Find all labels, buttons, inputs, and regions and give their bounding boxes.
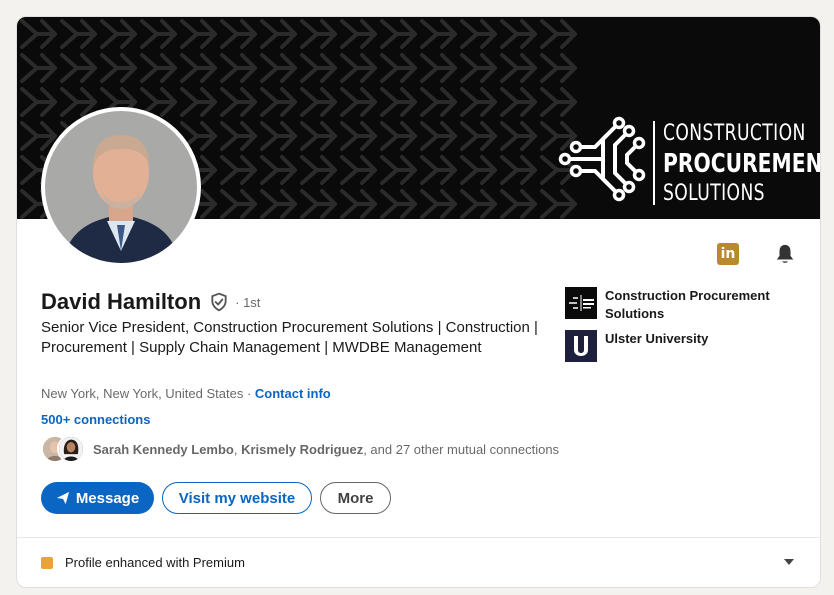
school-logo-icon xyxy=(565,330,597,362)
premium-row[interactable]: Profile enhanced with Premium xyxy=(41,555,245,570)
company-logo-icon xyxy=(565,287,597,319)
mutual-avatars xyxy=(41,435,89,463)
connection-degree: · 1st xyxy=(235,294,261,310)
mutual-connections-text: Sarah Kennedy Lembo, Krismely Rodriguez,… xyxy=(93,442,559,457)
profile-location: New York, New York, United States xyxy=(41,386,244,401)
visit-website-button[interactable]: Visit my website xyxy=(162,482,312,514)
company-name: Construction Procurement Solutions xyxy=(605,288,770,321)
mutual-avatar xyxy=(57,435,85,463)
experience-item-school[interactable]: Ulster University xyxy=(565,330,785,362)
location-separator: · xyxy=(243,386,255,401)
profile-name: David Hamilton xyxy=(41,289,202,314)
message-button-label: Message xyxy=(75,489,140,507)
caret-down-icon[interactable] xyxy=(783,558,795,566)
school-name: Ulster University xyxy=(605,331,709,346)
bell-icon[interactable] xyxy=(774,243,796,265)
linkedin-icon[interactable]: in xyxy=(717,243,739,265)
premium-label: Profile enhanced with Premium xyxy=(65,555,245,570)
action-buttons: Message Visit my website More xyxy=(41,482,399,514)
contact-info-link[interactable]: Contact info xyxy=(255,386,331,401)
mutual-name-2: Krismely Rodriguez xyxy=(241,441,364,457)
premium-icon xyxy=(41,556,53,569)
avatar xyxy=(45,111,197,263)
profile-photo[interactable] xyxy=(41,107,201,267)
verified-shield-icon[interactable] xyxy=(209,292,229,312)
connections-link[interactable]: 500+ connections xyxy=(41,412,150,427)
experience-item-company[interactable]: Construction Procurement Solutions xyxy=(565,287,785,323)
send-icon xyxy=(56,491,69,505)
profile-headline: Senior Vice President, Construction Proc… xyxy=(41,319,538,356)
mutual-name-1: Sarah Kennedy Lembo xyxy=(93,441,234,457)
circuit-logo-icon xyxy=(558,116,646,202)
banner-text-line2: PROCUREMENT xyxy=(663,149,821,179)
banner-text-line3: SOLUTIONS xyxy=(663,181,765,206)
section-divider xyxy=(17,537,820,538)
message-button[interactable]: Message xyxy=(41,482,154,514)
banner-text-line1: CONSTRUCTION xyxy=(663,121,806,146)
profile-card: CONSTRUCTION PROCUREMENT SOLUTIONS in Da… xyxy=(16,16,821,588)
banner-divider xyxy=(653,121,655,205)
mutual-connections[interactable]: Sarah Kennedy Lembo, Krismely Rodriguez,… xyxy=(41,435,559,463)
mutual-rest: , and 27 other mutual connections xyxy=(363,441,560,457)
more-button[interactable]: More xyxy=(320,482,391,514)
location-row: New York, New York, United States · Cont… xyxy=(41,386,331,401)
name-row: David Hamilton · 1st xyxy=(41,289,260,315)
